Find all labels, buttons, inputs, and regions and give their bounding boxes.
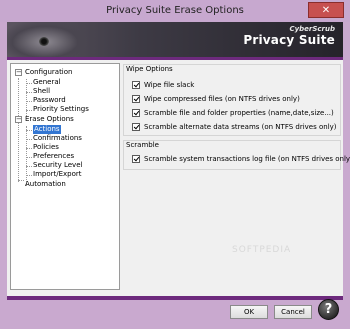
tree-line [26,175,32,176]
scramble-properties-checkbox[interactable] [132,109,140,117]
scramble-log-label: Scramble system transactions log file (o… [144,155,350,163]
tree-line [26,92,32,93]
tree-line [26,101,32,102]
wipe-compressed-files-label: Wipe compressed files (on NTFS drives on… [144,95,300,103]
tree-line [18,78,19,182]
content-area: − Configuration General Shell Password P… [7,60,350,296]
wipe-file-slack-option[interactable]: Wipe file slack [132,81,194,89]
tree-item-actions[interactable]: Actions [33,125,61,134]
scramble-properties-option[interactable]: Scramble file and folder properties (nam… [132,109,334,117]
tree-line [26,166,32,167]
window-title: Privacy Suite Erase Options [106,5,244,16]
scramble-ads-checkbox[interactable] [132,123,140,131]
tree-item-automation[interactable]: Automation [25,180,66,189]
brand-company: CyberScrub [289,25,335,33]
wipe-options-title: Wipe Options [126,65,173,73]
wipe-compressed-files-checkbox[interactable] [132,95,140,103]
title-bar[interactable]: Privacy Suite Erase Options ✕ [0,0,350,22]
tree-line [26,139,32,140]
tree-line [26,126,27,186]
wipe-compressed-files-option[interactable]: Wipe compressed files (on NTFS drives on… [132,95,300,103]
tree-item-configuration[interactable]: Configuration [25,68,72,77]
tree-line [26,83,32,84]
tree-line [26,130,32,131]
help-icon[interactable]: ? [318,299,339,320]
settings-tree: − Configuration General Shell Password P… [10,63,120,290]
tree-item-password[interactable]: Password [33,96,66,105]
erase-options-window: Privacy Suite Erase Options ✕ CyberScrub… [0,0,350,329]
cancel-button[interactable]: Cancel [274,305,312,319]
wipe-options-group: Wipe Options Wipe file slack Wipe compre… [123,64,341,136]
tree-item-erase-options[interactable]: Erase Options [25,115,74,124]
wipe-file-slack-label: Wipe file slack [144,81,195,89]
tree-item-preferences[interactable]: Preferences [33,152,74,161]
header-banner: CyberScrub Privacy Suite [7,22,343,57]
brand-logo: CyberScrub Privacy Suite [243,25,335,47]
scramble-log-option[interactable]: Scramble system transactions log file (o… [132,155,350,163]
tree-item-shell[interactable]: Shell [33,87,50,96]
wipe-file-slack-checkbox[interactable] [132,81,140,89]
tree-item-import-export[interactable]: Import/Export [33,170,82,179]
tree-collapse-icon[interactable]: − [15,69,22,76]
tree-item-confirmations[interactable]: Confirmations [33,134,82,143]
tree-line [26,157,32,158]
softpedia-watermark: SOFTPEDIA [232,245,292,255]
scramble-ads-label: Scramble alternate data streams (on NTFS… [144,123,337,131]
brand-product: Privacy Suite [243,33,335,47]
tree-item-priority-settings[interactable]: Priority Settings [33,105,89,114]
tree-line [26,110,32,111]
eye-pupil [39,37,49,46]
window-close-button[interactable]: ✕ [308,2,344,18]
scramble-group: Scramble Scramble system transactions lo… [123,140,350,170]
tree-item-security-level[interactable]: Security Level [33,161,82,170]
tree-collapse-icon[interactable]: − [15,116,22,123]
tree-item-policies[interactable]: Policies [33,143,59,152]
tree-line [18,180,24,181]
ok-button[interactable]: OK [230,305,268,319]
tree-line [26,148,32,149]
scramble-properties-label: Scramble file and folder properties (nam… [144,109,334,117]
tree-item-general[interactable]: General [33,78,61,87]
scramble-title: Scramble [126,141,159,149]
scramble-ads-option[interactable]: Scramble alternate data streams (on NTFS… [132,123,337,131]
scramble-log-checkbox[interactable] [132,155,140,163]
eye-image [7,22,87,57]
